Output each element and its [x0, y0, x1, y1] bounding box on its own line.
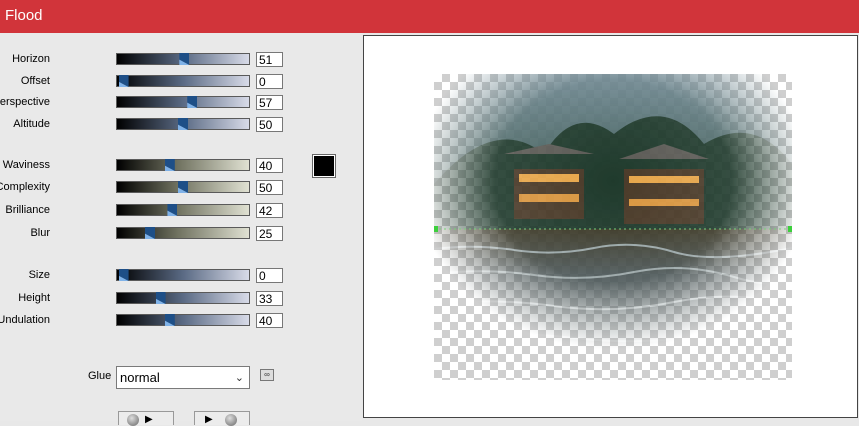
slider-label-perspective: Perspective — [0, 96, 50, 108]
slider-row-altitude: Altitude 50 — [0, 117, 300, 133]
window-title: Flood — [5, 7, 43, 24]
slider-thumb[interactable] — [119, 269, 129, 281]
slider-complexity[interactable] — [116, 181, 250, 193]
value-field-size[interactable]: 0 — [256, 268, 283, 283]
slider-thumb[interactable] — [119, 75, 129, 87]
slider-row-perspective: Perspective 57 — [0, 95, 300, 111]
slider-label-complexity: Complexity — [0, 181, 50, 193]
slider-row-blur: Blur 25 — [0, 226, 300, 242]
preview-pane[interactable] — [363, 35, 858, 418]
preset-button-left[interactable]: ▶ — [118, 411, 174, 426]
slider-row-size: Size 0 — [0, 268, 300, 284]
slider-label-undulation: Undulation — [0, 314, 50, 326]
slider-row-waviness: Waviness 40 — [0, 158, 300, 174]
slider-row-undulation: Undulation 40 — [0, 313, 300, 329]
value-field-waviness[interactable]: 40 — [256, 158, 283, 173]
preset-button-right[interactable]: ▶ — [194, 411, 250, 426]
value-field-offset[interactable]: 0 — [256, 74, 283, 89]
slider-label-brilliance: Brilliance — [5, 204, 50, 216]
preview-image — [434, 74, 792, 380]
slider-size[interactable] — [116, 269, 250, 281]
glue-select-value: normal — [120, 370, 160, 385]
slider-horizon[interactable] — [116, 53, 250, 65]
globe-icon — [127, 414, 139, 426]
slider-thumb[interactable] — [165, 159, 175, 171]
title-bar: Flood — [0, 0, 859, 33]
arrow-right-icon: ▶ — [205, 414, 213, 425]
slider-thumb[interactable] — [156, 292, 166, 304]
slider-height[interactable] — [116, 292, 250, 304]
slider-thumb[interactable] — [178, 181, 188, 193]
slider-label-offset: Offset — [20, 75, 50, 87]
chevron-down-icon: ⌄ — [234, 372, 244, 384]
value-field-complexity[interactable]: 50 — [256, 180, 283, 195]
glue-label: Glue — [88, 370, 112, 382]
slider-label-altitude: Altitude — [13, 118, 50, 130]
slider-blur[interactable] — [116, 227, 250, 239]
slider-label-horizon: Horizon — [12, 53, 50, 65]
value-field-height[interactable]: 33 — [256, 291, 283, 306]
slider-label-size: Size — [28, 269, 50, 281]
slider-row-offset: Offset 0 — [0, 74, 300, 90]
slider-thumb[interactable] — [167, 204, 177, 216]
glue-select[interactable]: normal ⌄ — [116, 366, 250, 389]
slider-row-horizon: Horizon 51 — [0, 52, 300, 68]
globe-icon — [225, 414, 237, 426]
value-field-brilliance[interactable]: 42 — [256, 203, 283, 218]
slider-perspective[interactable] — [116, 96, 250, 108]
slider-thumb[interactable] — [179, 53, 189, 65]
value-field-altitude[interactable]: 50 — [256, 117, 283, 132]
slider-thumb[interactable] — [165, 314, 175, 326]
slider-offset[interactable] — [116, 75, 250, 87]
slider-waviness[interactable] — [116, 159, 250, 171]
slider-thumb[interactable] — [178, 118, 188, 130]
slider-thumb[interactable] — [145, 227, 155, 239]
value-field-undulation[interactable]: 40 — [256, 313, 283, 328]
value-field-perspective[interactable]: 57 — [256, 95, 283, 110]
value-field-blur[interactable]: 25 — [256, 226, 283, 241]
slider-label-waviness: Waviness — [2, 159, 50, 171]
slider-row-height: Height 33 — [0, 291, 300, 307]
value-field-horizon[interactable]: 51 — [256, 52, 283, 67]
slider-brilliance[interactable] — [116, 204, 250, 216]
slider-undulation[interactable] — [116, 314, 250, 326]
slider-label-blur: Blur — [30, 227, 50, 239]
slider-row-brilliance: Brilliance 42 — [0, 203, 300, 219]
slider-row-complexity: Complexity 50 — [0, 180, 300, 196]
slider-label-height: Height — [18, 292, 50, 304]
slider-altitude[interactable] — [116, 118, 250, 130]
link-icon[interactable]: ∞ — [260, 369, 274, 381]
color-swatch[interactable] — [313, 155, 335, 177]
slider-thumb[interactable] — [187, 96, 197, 108]
arrow-right-icon: ▶ — [145, 414, 153, 425]
